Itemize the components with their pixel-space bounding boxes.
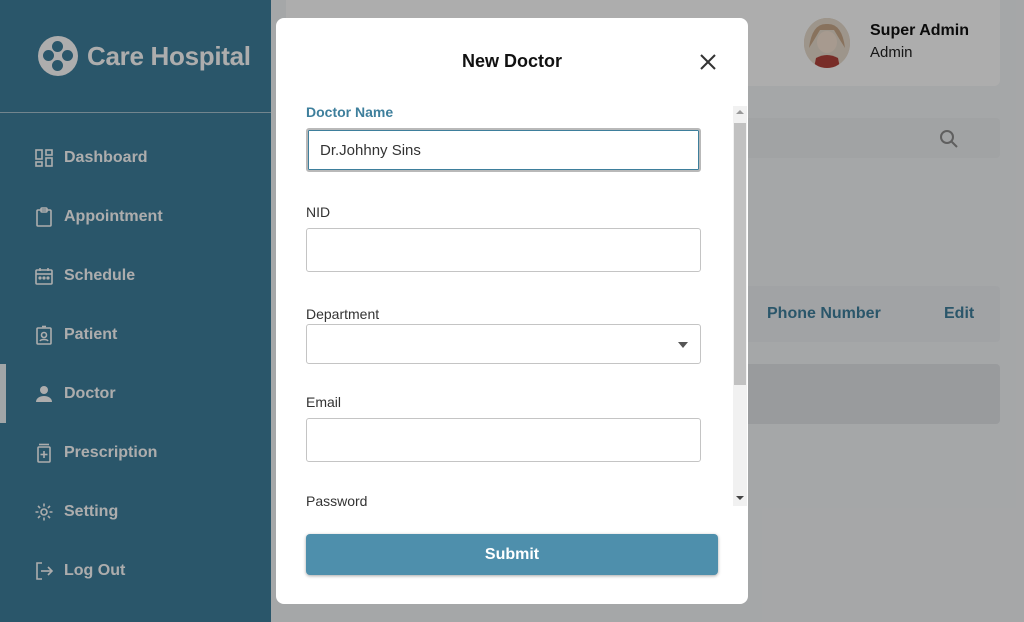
department-select[interactable] <box>306 324 701 364</box>
scrollbar-thumb[interactable] <box>734 123 746 385</box>
email-label: Email <box>306 394 342 410</box>
form-scrollbar[interactable] <box>733 106 747 506</box>
form-scroll-area[interactable]: Doctor Name NID Department Email Passwor… <box>306 104 748 506</box>
doctor-name-field[interactable] <box>306 128 701 172</box>
doctor-name-label: Doctor Name <box>306 104 394 120</box>
close-button[interactable] <box>696 51 720 73</box>
dialog-title: New Doctor <box>461 51 562 71</box>
nid-field[interactable] <box>306 228 701 272</box>
email-field[interactable] <box>306 418 701 462</box>
department-label: Department <box>306 306 380 322</box>
scroll-down-arrow-icon[interactable] <box>736 496 744 500</box>
scroll-up-arrow-icon[interactable] <box>736 110 744 114</box>
nid-label: NID <box>306 204 331 220</box>
new-doctor-dialog: New Doctor Doctor Name NID Department Em… <box>276 18 748 604</box>
password-label: Password <box>306 493 368 506</box>
close-icon <box>700 54 716 70</box>
submit-button[interactable]: Submit <box>306 534 718 575</box>
caret-down-icon <box>678 342 688 348</box>
